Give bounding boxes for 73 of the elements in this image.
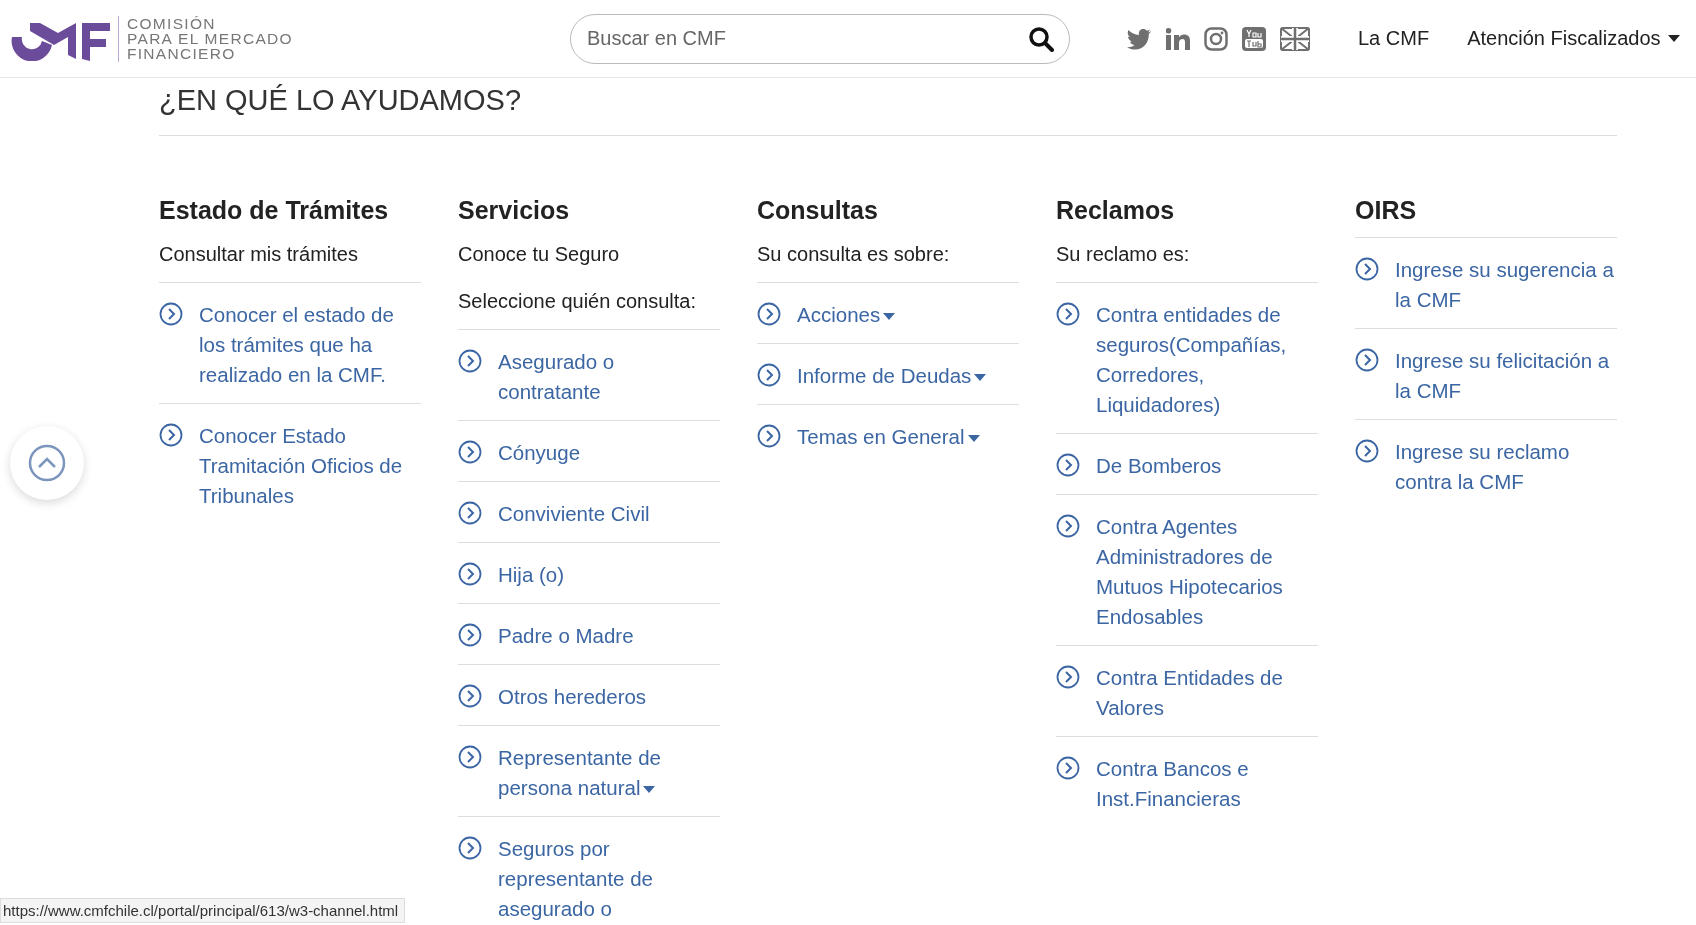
chevron-right-icon	[1355, 257, 1379, 281]
chevron-right-icon	[1355, 348, 1379, 372]
logo-text: PARA EL MERCADO	[127, 31, 293, 46]
column-subtitle: Su consulta es sobre:	[757, 235, 1019, 283]
help-link[interactable]: Conviviente Civil	[498, 499, 650, 529]
nav-link[interactable]: Atención Fiscalizados	[1467, 27, 1680, 50]
help-link[interactable]: Ingrese su sugerencia a la CMF	[1395, 255, 1617, 315]
help-link[interactable]: Padre o Madre	[498, 621, 634, 651]
caret-icon	[1667, 35, 1680, 42]
caret-icon	[967, 435, 980, 443]
chevron-right-icon	[1056, 302, 1080, 326]
nav-link[interactable]: La CMF	[1358, 27, 1430, 50]
help-link[interactable]: Ingrese su reclamo contra la CMF	[1395, 437, 1617, 497]
column-title: Consultas	[757, 196, 879, 226]
column-subtitle: Su reclamo es:	[1056, 235, 1318, 283]
help-link[interactable]: Contra Bancos e Inst.Financieras	[1096, 754, 1318, 814]
help-link[interactable]: Ingrese su felicitación a la CMF	[1395, 346, 1617, 406]
column-title: Estado de Trámites	[159, 196, 390, 226]
chevron-right-icon	[458, 836, 482, 860]
help-link[interactable]: De Bomberos	[1096, 451, 1222, 481]
video-icon[interactable]	[1242, 26, 1266, 51]
linkedin-icon[interactable]	[1166, 27, 1190, 50]
chevron-right-icon	[1056, 756, 1080, 780]
chevron-right-icon	[159, 302, 183, 326]
chevron-right-icon	[458, 349, 482, 373]
help-link[interactable]: Cónyuge	[498, 438, 581, 468]
chevron-right-icon	[757, 363, 781, 387]
logo-text: COMISIÓN	[127, 16, 217, 31]
search-field[interactable]: Buscar en CMF	[570, 13, 1070, 64]
section-title: ¿EN QUÉ LO AYUDAMOS?	[159, 78, 1617, 136]
help-link[interactable]: Conocer Estado Tramitación Oficios de Tribunales	[199, 421, 421, 511]
column-subtitle: Consultar mis trámites	[159, 235, 421, 283]
chevron-right-icon	[757, 424, 781, 448]
chevron-right-icon	[1056, 514, 1080, 538]
chevron-right-icon	[458, 623, 482, 647]
caret-icon	[974, 374, 987, 382]
chevron-right-icon	[458, 501, 482, 525]
help-link[interactable]: Representante de persona natural	[498, 743, 720, 803]
help-link[interactable]: Hija (o)	[498, 560, 565, 590]
column-title: Servicios	[458, 196, 571, 226]
chevron-right-icon	[458, 440, 482, 464]
back-to-top-button[interactable]	[10, 426, 84, 500]
help-link[interactable]: Conocer el estado de los trámites que ha realizado en la CMF.	[199, 300, 421, 390]
chevron-up-icon	[28, 444, 66, 482]
chevron-right-icon	[458, 745, 482, 769]
column-title: OIRS	[1355, 196, 1617, 238]
caret-icon	[883, 313, 896, 321]
help-link[interactable]: Acciones	[797, 300, 896, 330]
help-link[interactable]: Contra Agentes Administradores de Mutuos Hipotecarios Endosables	[1096, 512, 1318, 632]
chevron-right-icon	[757, 302, 781, 326]
column-title: Reclamos	[1056, 196, 1176, 226]
logo-text: FINANCIERO	[127, 46, 237, 61]
chevron-right-icon	[159, 423, 183, 447]
column-subtitle: Conoce tu Seguro	[458, 242, 621, 267]
help-link[interactable]: Otros herederos	[498, 682, 647, 712]
chevron-right-icon	[1056, 665, 1080, 689]
status-url: https://www.cmfchile.cl/portal/principal/613/w3-channel.html	[0, 898, 406, 923]
help-link[interactable]: Contra entidades de seguros(Compañías, Corredores, Liquidadores)	[1096, 300, 1318, 420]
flag-icon[interactable]	[1280, 26, 1310, 51]
chevron-right-icon	[1056, 453, 1080, 477]
caret-icon	[643, 786, 656, 794]
column-subtitle: Seleccione quién consulta:	[458, 282, 720, 330]
chevron-right-icon	[458, 562, 482, 586]
bird-icon[interactable]	[1126, 27, 1152, 50]
camera-icon[interactable]	[1204, 26, 1228, 51]
help-link[interactable]: Asegurado o contratante	[498, 347, 720, 407]
help-link[interactable]: Seguros por representante de asegurado o	[498, 834, 720, 924]
chevron-right-icon	[1355, 439, 1379, 463]
help-link[interactable]: Contra Entidades de Valores	[1096, 663, 1318, 723]
search-icon[interactable]	[1028, 25, 1054, 52]
chevron-right-icon	[458, 684, 482, 708]
help-link[interactable]: Temas en General	[797, 422, 980, 452]
help-link[interactable]: Informe de Deudas	[797, 361, 987, 391]
